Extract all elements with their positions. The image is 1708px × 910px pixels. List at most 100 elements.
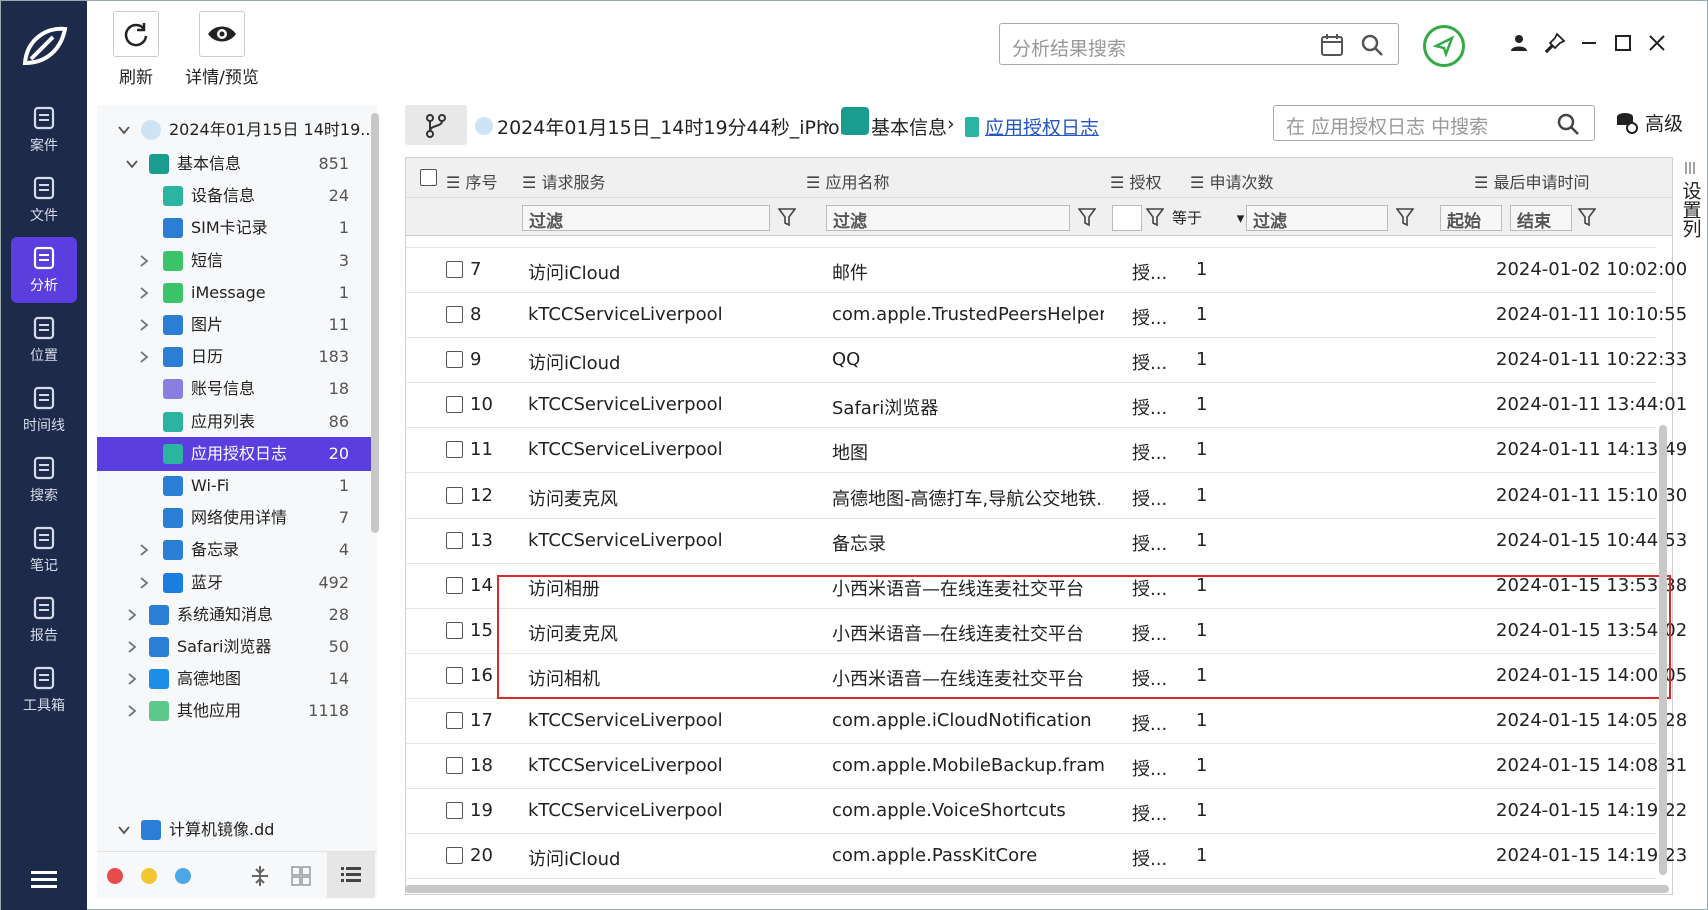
- tree-item-network-usage[interactable]: 网络使用详情 7: [97, 501, 375, 535]
- chevron-right-icon[interactable]: [137, 254, 151, 268]
- tree-item-notification[interactable]: 系统通知消息 28: [97, 598, 375, 632]
- table-row[interactable]: 17 kTCCServiceLiverpool com.apple.iCloudNo…: [406, 699, 1687, 744]
- tree-item-calendar[interactable]: 日历 183: [97, 340, 375, 374]
- table-row[interactable]: 7 访问iCloud 邮件 授... 1 2024-01-02 10:02:00: [406, 248, 1687, 293]
- filter-icon[interactable]: [778, 207, 796, 227]
- grid-view-icon[interactable]: [291, 866, 311, 886]
- filter-icon[interactable]: [1396, 207, 1414, 227]
- tree-item-sms[interactable]: 短信 3: [97, 244, 375, 278]
- tree-item-other-apps[interactable]: 其他应用 1118: [97, 694, 375, 728]
- tree-item-device-info[interactable]: 设备信息 24: [97, 179, 375, 213]
- list-view-button[interactable]: [327, 852, 375, 898]
- row-checkbox[interactable]: [446, 351, 463, 373]
- col-count[interactable]: ☰ 申请次数: [1190, 169, 1273, 193]
- chevron-right-icon[interactable]: [125, 640, 139, 654]
- tree-item-bluetooth[interactable]: 蓝牙 492: [97, 566, 375, 600]
- row-checkbox[interactable]: [446, 396, 463, 418]
- nav-item-location[interactable]: 位置: [11, 307, 77, 373]
- table-row[interactable]: 20 访问iCloud com.apple.PassKitCore 授... 1 2024…: [406, 834, 1687, 880]
- nav-item-case[interactable]: 案件: [11, 97, 77, 163]
- calendar-icon[interactable]: [1320, 33, 1344, 57]
- chevron-right-icon[interactable]: [137, 543, 151, 557]
- table-row[interactable]: 19 kTCCServiceLiverpool com.apple.VoiceSho…: [406, 789, 1687, 835]
- count-operator-select[interactable]: 等于 ▾: [1172, 207, 1244, 228]
- filter-icon[interactable]: [1078, 207, 1096, 227]
- close-icon[interactable]: [1645, 31, 1669, 55]
- branch-button[interactable]: [405, 105, 467, 145]
- chevron-right-icon[interactable]: [125, 672, 139, 686]
- table-row[interactable]: 9 访问iCloud QQ 授... 1 2024-01-11 10:22:33: [406, 338, 1687, 384]
- count-filter-input[interactable]: 过滤: [1246, 205, 1388, 232]
- filter-icon[interactable]: [1578, 207, 1596, 227]
- select-all-checkbox[interactable]: [420, 169, 437, 190]
- row-checkbox[interactable]: [446, 576, 463, 599]
- nav-item-notes[interactable]: 笔记: [11, 517, 77, 583]
- column-settings-button[interactable]: 设置列: [1675, 157, 1707, 317]
- minimize-icon[interactable]: [1577, 31, 1601, 55]
- nav-item-search[interactable]: 搜索: [11, 447, 77, 513]
- breadcrumb-category[interactable]: 基本信息: [871, 113, 947, 140]
- maximize-icon[interactable]: [1611, 31, 1635, 55]
- detail-preview-button[interactable]: 详情/预览: [167, 11, 277, 88]
- col-service[interactable]: ☰ 请求服务: [522, 169, 605, 193]
- nav-item-analysis[interactable]: 分析: [11, 237, 77, 303]
- table-row[interactable]: 11 kTCCServiceLiverpool 地图 授... 1 2024-01-11 …: [406, 428, 1687, 474]
- service-filter-input[interactable]: 过滤: [522, 205, 770, 232]
- yellow-tag-dot[interactable]: [141, 868, 157, 884]
- shield-status-icon[interactable]: [1423, 25, 1465, 67]
- app-filter-input[interactable]: 过滤: [826, 205, 1070, 232]
- nav-item-report[interactable]: 报告: [11, 587, 77, 653]
- col-app[interactable]: ☰ 应用名称: [806, 169, 889, 193]
- nav-item-toolbox[interactable]: 工具箱: [11, 657, 77, 723]
- row-checkbox[interactable]: [446, 441, 463, 463]
- chevron-down-icon[interactable]: [117, 123, 131, 137]
- table-row[interactable]: 13 kTCCServiceLiverpool 备忘录 授... 1 2024-01-15…: [406, 519, 1687, 564]
- row-checkbox[interactable]: [446, 531, 463, 554]
- table-row[interactable]: 16 访问相机 小西米语音—在线连麦社交平台 授... 1 2024-01-15 14:0…: [406, 654, 1687, 699]
- table-row[interactable]: 10 kTCCServiceLiverpool Safari浏览器 授... 1 2024…: [406, 383, 1687, 429]
- row-checkbox[interactable]: [446, 847, 463, 869]
- table-horizontal-scrollbar[interactable]: [405, 885, 1669, 893]
- search-icon[interactable]: [1360, 33, 1384, 57]
- row-checkbox[interactable]: [446, 486, 463, 509]
- end-time-input[interactable]: 结束: [1510, 205, 1572, 232]
- start-time-input[interactable]: 起始: [1440, 205, 1502, 232]
- table-row[interactable]: 15 访问麦克风 小西米语音—在线连麦社交平台 授... 1 2024-01-15 13:…: [406, 609, 1687, 654]
- tree-item-app-auth-log[interactable]: 应用授权日志 20: [97, 436, 375, 471]
- table-vertical-scrollbar[interactable]: [1659, 425, 1667, 875]
- chevron-right-icon[interactable]: [125, 608, 139, 622]
- chevron-down-icon[interactable]: [117, 823, 131, 837]
- category-search-input[interactable]: 在 应用授权日志 中搜索: [1273, 105, 1595, 141]
- row-checkbox[interactable]: [446, 757, 463, 779]
- pin-icon[interactable]: [1543, 31, 1567, 55]
- tree-item-wifi[interactable]: Wi-Fi 1: [97, 469, 375, 503]
- tree-item-memo[interactable]: 备忘录 4: [97, 533, 375, 567]
- collapse-icon[interactable]: [249, 864, 271, 888]
- tree-item-imessage[interactable]: iMessage 1: [97, 276, 375, 310]
- search-icon[interactable]: [1556, 112, 1580, 136]
- tree-item-amap[interactable]: 高德地图 14: [97, 662, 375, 696]
- row-checkbox[interactable]: [446, 621, 463, 644]
- row-checkbox[interactable]: [446, 802, 463, 824]
- table-row[interactable]: 14 访问相册 小西米语音—在线连麦社交平台 授... 1 2024-01-15 13:5…: [406, 564, 1687, 609]
- user-icon[interactable]: [1507, 31, 1531, 55]
- breadcrumb-current[interactable]: 应用授权日志: [985, 113, 1099, 140]
- tree-item-app-list[interactable]: 应用列表 86: [97, 405, 375, 439]
- chevron-right-icon[interactable]: [137, 576, 151, 590]
- filter-icon[interactable]: [1146, 207, 1164, 227]
- chevron-right-icon[interactable]: [137, 318, 151, 332]
- tree-item-safari[interactable]: Safari浏览器 50: [97, 630, 375, 664]
- row-checkbox[interactable]: [446, 712, 463, 734]
- tree-root-image[interactable]: 计算机镜像.dd: [97, 813, 375, 847]
- col-seq[interactable]: ☰ 序号: [446, 169, 497, 193]
- col-last-time[interactable]: ☰ 最后申请时间: [1474, 169, 1589, 193]
- blue-tag-dot[interactable]: [175, 868, 191, 884]
- chevron-right-icon[interactable]: [137, 350, 151, 364]
- chevron-down-icon[interactable]: [125, 157, 139, 171]
- analysis-search-input[interactable]: 分析结果搜索: [999, 23, 1399, 65]
- tree-item-picture[interactable]: 图片 11: [97, 308, 375, 342]
- tree-item-sim[interactable]: SIM卡记录 1: [97, 211, 375, 245]
- red-tag-dot[interactable]: [107, 868, 123, 884]
- chevron-right-icon[interactable]: [137, 286, 151, 300]
- chevron-right-icon[interactable]: [125, 704, 139, 718]
